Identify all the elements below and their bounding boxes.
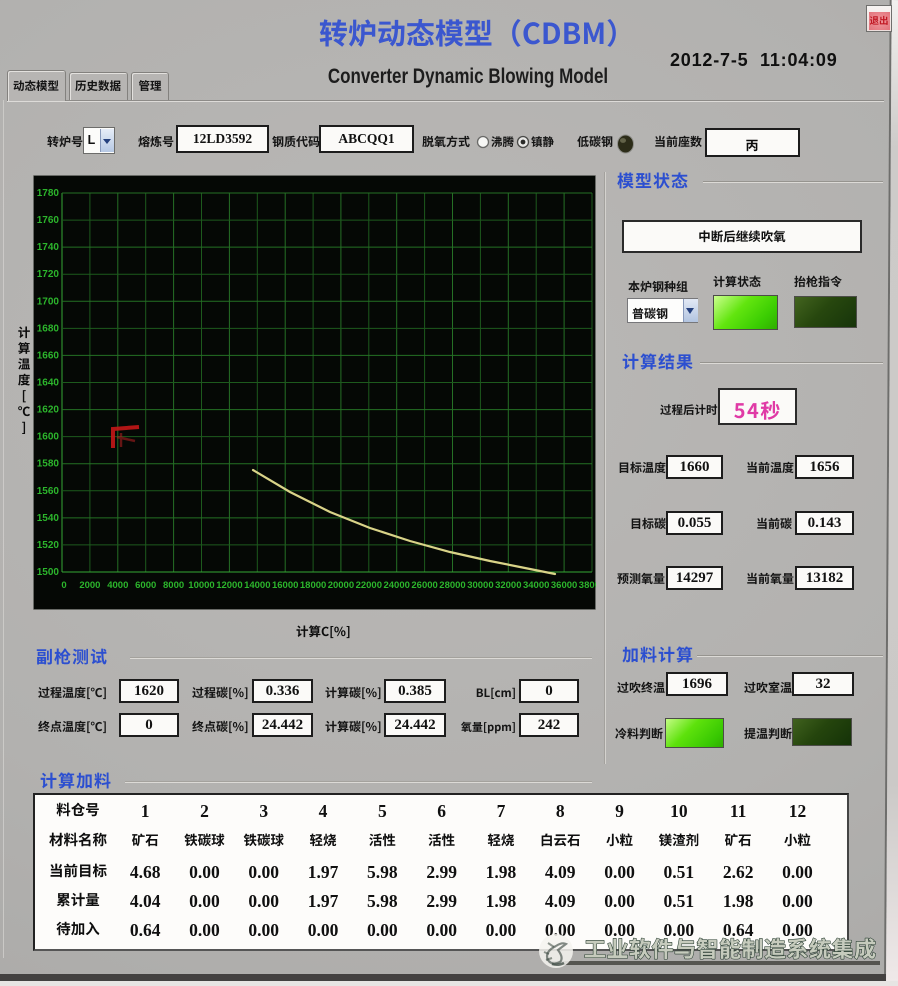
svg-text:38000: 38000 (579, 580, 596, 591)
svg-text:36000: 36000 (551, 580, 577, 591)
svg-text:28000: 28000 (439, 580, 465, 591)
svg-text:16000: 16000 (272, 580, 298, 591)
svg-text:1620: 1620 (37, 405, 60, 416)
svg-text:10000: 10000 (188, 580, 214, 591)
svg-text:2000: 2000 (79, 580, 100, 591)
svg-text:1520: 1520 (37, 540, 60, 551)
svg-text:24000: 24000 (383, 580, 409, 591)
svg-text:1740: 1740 (37, 242, 60, 253)
svg-text:6000: 6000 (135, 580, 156, 591)
svg-text:1600: 1600 (37, 432, 60, 443)
svg-text:30000: 30000 (467, 580, 493, 591)
svg-text:26000: 26000 (411, 580, 437, 591)
svg-text:18000: 18000 (300, 580, 326, 591)
svg-text:1760: 1760 (37, 215, 60, 226)
svg-text:8000: 8000 (163, 580, 184, 591)
svg-text:22000: 22000 (356, 580, 382, 591)
svg-text:1640: 1640 (37, 378, 60, 389)
svg-text:14000: 14000 (244, 580, 270, 591)
svg-text:1720: 1720 (37, 269, 60, 280)
svg-text:1700: 1700 (37, 296, 60, 307)
svg-text:1580: 1580 (37, 459, 60, 470)
svg-text:1660: 1660 (37, 350, 60, 361)
svg-text:4000: 4000 (107, 580, 128, 591)
svg-text:1560: 1560 (37, 486, 60, 497)
svg-text:34000: 34000 (523, 580, 549, 591)
svg-text:1500: 1500 (37, 567, 60, 578)
svg-text:12000: 12000 (216, 580, 242, 591)
svg-text:20000: 20000 (328, 580, 354, 591)
svg-text:1780: 1780 (37, 188, 60, 199)
svg-text:1540: 1540 (37, 513, 60, 524)
svg-text:1680: 1680 (37, 323, 60, 334)
svg-text:32000: 32000 (495, 580, 521, 591)
svg-text:0: 0 (61, 580, 66, 591)
